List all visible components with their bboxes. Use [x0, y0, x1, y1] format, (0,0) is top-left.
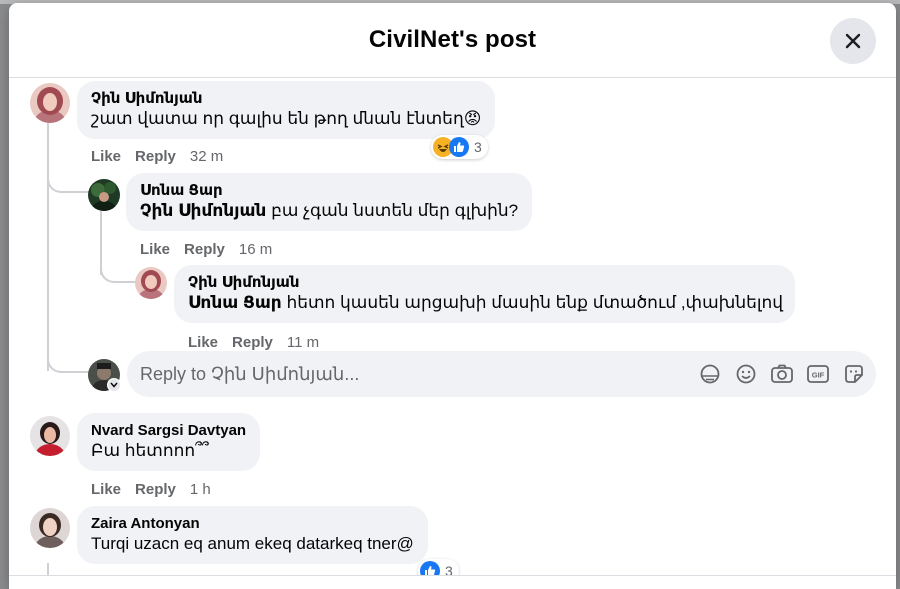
avatar-image [30, 83, 70, 123]
avatar-sticker-icon[interactable] [698, 362, 722, 386]
emoji-icon[interactable] [734, 362, 758, 386]
avatar-image [30, 416, 70, 456]
post-dialog: CivilNet's post Չին Սիմոնյան շատ վատա որ [9, 3, 896, 589]
close-icon [845, 33, 861, 49]
mention-link[interactable]: Չին Սիմոնյան [140, 201, 266, 220]
like-link[interactable]: Like [91, 148, 121, 165]
dialog-header: CivilNet's post [9, 3, 896, 78]
comment-text: շատ վատա որ գալիս են թող մնան էնտեղ😡 [91, 109, 482, 128]
comment-actions: Like Reply 32 m [91, 148, 237, 165]
reply-timestamp[interactable]: 16 m [239, 241, 272, 258]
dialog-footer-edge [9, 575, 896, 589]
reply-text: Սոնա Ցար հետո կասեն արցախի մասին ենք մտա… [188, 292, 784, 314]
dialog-title: CivilNet's post [368, 26, 537, 53]
reply-link[interactable]: Reply [232, 334, 273, 351]
thread-connector [47, 357, 89, 373]
avatar[interactable] [30, 508, 70, 548]
reply-link[interactable]: Reply [184, 241, 225, 258]
avatar-image [135, 267, 167, 299]
thread-connector [100, 265, 138, 283]
reply-composer: GIF [127, 351, 876, 397]
avatar[interactable] [30, 83, 70, 123]
comment-actions: Like Reply 1 h [91, 481, 225, 498]
reply-link[interactable]: Reply [135, 148, 176, 165]
like-link[interactable]: Like [188, 334, 218, 351]
reply-body: հետո կասեն արցախի մասին ենք մտածում ,փախ… [286, 293, 784, 312]
reply-body: բա չգան նստեն մեր գլխին? [271, 201, 519, 220]
close-button[interactable] [830, 18, 876, 64]
comment-timestamp[interactable]: 1 h [190, 481, 211, 498]
reply-input[interactable] [140, 363, 680, 385]
reply-actions: Like Reply 11 m [188, 334, 333, 351]
comments-list[interactable]: Չին Սիմոնյան շատ վատա որ գալիս են թող մն… [9, 79, 896, 589]
like-link[interactable]: Like [91, 481, 121, 498]
reply-author[interactable]: Չին Սիմոնյան [188, 273, 781, 292]
reply-actions: Like Reply 16 m [140, 241, 286, 258]
comment-bubble: Zaira Antonyan Turqi uzacn eq anum ekeq … [77, 506, 428, 564]
thread-line [47, 123, 49, 371]
reaction-count: 3 [474, 139, 482, 155]
mention-link[interactable]: Սոնա Ցար [188, 293, 282, 312]
avatar-image [88, 179, 120, 211]
comment-timestamp[interactable]: 32 m [190, 148, 223, 165]
reaction-summary[interactable]: 3 [431, 135, 488, 159]
like-link[interactable]: Like [140, 241, 170, 258]
reply-link[interactable]: Reply [135, 481, 176, 498]
avatar[interactable] [135, 267, 167, 299]
profile-switch-chevron-icon[interactable] [107, 378, 121, 392]
reply-text: Չին Սիմոնյան բա չգան նստեն մեր գլխին? [140, 200, 518, 222]
comment-bubble: Nvard Sargsi Davtyan Բա հետոոո՞՞ [77, 413, 261, 471]
composer-toolbar: GIF [698, 362, 866, 386]
reply-bubble: Սոնա Ցար Չին Սիմոնյան բա չգան նստեն մեր … [126, 173, 533, 231]
comment-author[interactable]: Չին Սիմոնյան [91, 89, 481, 108]
comment-text: Բա հետոոո՞՞ [91, 441, 209, 460]
avatar[interactable] [30, 416, 70, 456]
gif-icon[interactable]: GIF [806, 362, 830, 386]
reply-timestamp[interactable]: 11 m [287, 334, 319, 351]
comment-author[interactable]: Zaira Antonyan [91, 514, 414, 533]
avatar-image [30, 508, 70, 548]
svg-text:GIF: GIF [812, 371, 825, 380]
thread-connector [47, 175, 89, 193]
comment-author[interactable]: Nvard Sargsi Davtyan [91, 421, 246, 440]
reply-author[interactable]: Սոնա Ցար [140, 181, 518, 200]
avatar[interactable] [88, 179, 120, 211]
comment-bubble: Չին Սիմոնյան շատ վատա որ գալիս են թող մն… [77, 81, 496, 139]
reply-bubble: Չին Սիմոնյան Սոնա Ցար հետո կասեն արցախի … [174, 265, 795, 323]
camera-icon[interactable] [770, 362, 794, 386]
like-icon [449, 137, 469, 157]
comment-text: Turqi uzacn eq anum ekeq datarkeq tner@ [91, 534, 414, 553]
sticker-icon[interactable] [842, 362, 866, 386]
